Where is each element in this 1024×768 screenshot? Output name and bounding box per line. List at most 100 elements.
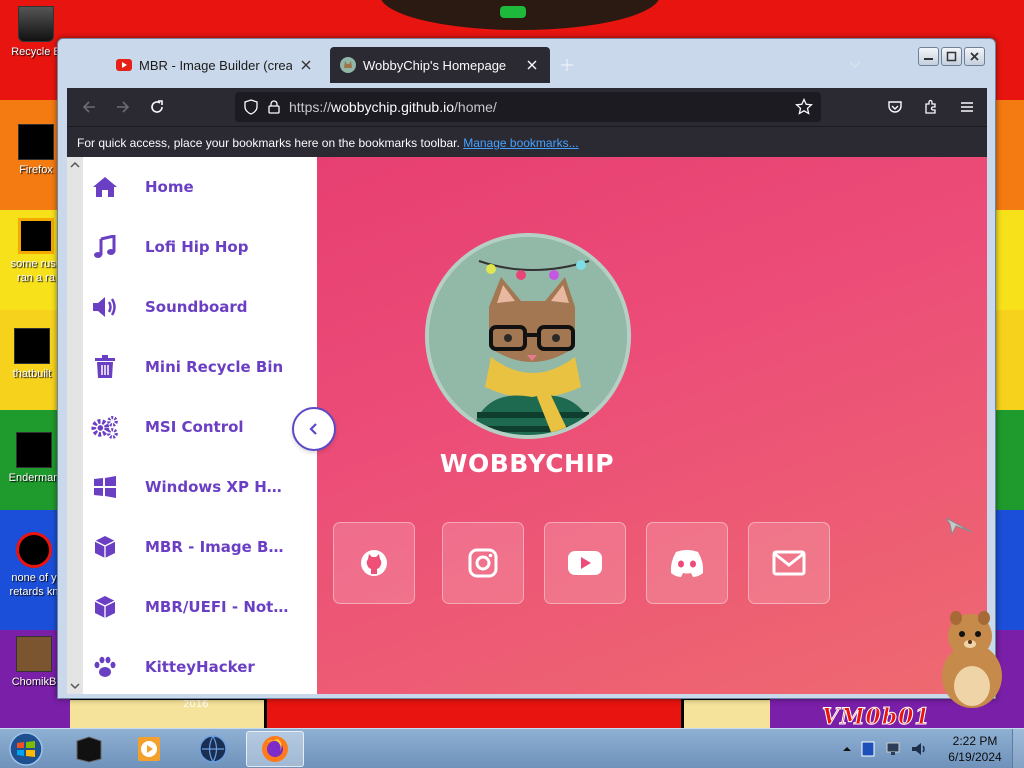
file-icon: [18, 218, 54, 254]
bookmark-star-icon[interactable]: [795, 98, 813, 116]
window-controls: [918, 47, 985, 66]
speaker-icon: [91, 293, 119, 321]
github-link[interactable]: [333, 522, 415, 604]
taskbar-app-firefox[interactable]: [246, 731, 304, 767]
sidebar-item-label: Mini Recycle Bin: [145, 358, 284, 376]
web-page: WOBBYCHIP Home Lofi Hip Hop Soundboard M…: [67, 157, 987, 694]
tab-wobbychip-homepage[interactable]: WobbyChip's Homepage: [330, 47, 550, 83]
windows-start-icon: [9, 732, 43, 766]
scroll-up-icon[interactable]: [69, 159, 81, 171]
youtube-icon: [568, 551, 602, 575]
app-icon: [16, 432, 52, 468]
plus-icon: [561, 59, 573, 71]
taskbar-app-media-player[interactable]: [120, 731, 178, 767]
reload-icon: [151, 100, 163, 113]
browser-window: MBR - Image Builder (create yo WobbyChip…: [57, 38, 996, 699]
windows-icon: [91, 473, 119, 501]
cat-favicon-icon: [340, 57, 356, 73]
list-all-tabs-icon[interactable]: [846, 55, 864, 73]
sidebar-item-label: MSI Control: [145, 418, 244, 436]
sidebar-item-label: MBR/UEFI - Not...: [145, 598, 290, 616]
navigation-toolbar: https://wobbychip.github.io/home/: [67, 88, 987, 126]
sidebar-item-label: Home: [145, 178, 194, 196]
pocket-button[interactable]: [881, 93, 909, 121]
tray-app-icon[interactable]: [860, 741, 876, 757]
taskbar-app-globe[interactable]: [184, 731, 242, 767]
sidebar-item-mini-recycle-bin[interactable]: Mini Recycle Bin: [91, 347, 317, 387]
hamster-image: [942, 611, 1002, 708]
sidebar-item-kitteyhacker[interactable]: KitteyHacker: [91, 647, 317, 687]
tab-strip: MBR - Image Builder (create yo WobbyChip…: [106, 47, 578, 83]
tracking-protection-icon[interactable]: [243, 99, 259, 115]
sidebar-item-mbr-uefi[interactable]: MBR/UEFI - Not...: [91, 587, 317, 627]
sidebar-nav: Home Lofi Hip Hop Soundboard Mini Recycl…: [67, 157, 317, 694]
firefox-icon: [262, 736, 288, 762]
sidebar-item-msi-control[interactable]: MSI Control: [91, 407, 317, 447]
folder-icon: [14, 328, 50, 364]
sidebar-item-label: Windows XP Hor...: [145, 478, 290, 496]
desktop-icon-thatbuilt[interactable]: thatbuilt: [0, 328, 64, 381]
cube-icon: [91, 533, 119, 561]
file-icon: [16, 532, 52, 568]
music-icon: [91, 233, 119, 261]
reload-button[interactable]: [143, 93, 171, 121]
clock-time: 2:22 PM: [952, 734, 998, 748]
clock-date: 6/19/2024: [948, 750, 1002, 764]
close-tab-icon[interactable]: [524, 57, 540, 73]
profile-avatar: [425, 233, 631, 439]
media-player-icon: [138, 737, 160, 761]
forward-button[interactable]: [109, 93, 137, 121]
taskbar-app-terminal[interactable]: [60, 731, 118, 767]
sidebar-scrollbar[interactable]: [67, 157, 83, 694]
sidebar-item-lofi-hip-hop[interactable]: Lofi Hip Hop: [91, 227, 317, 267]
gears-icon: [91, 413, 119, 441]
sidebar-item-home[interactable]: Home: [91, 167, 317, 207]
sidebar-item-soundboard[interactable]: Soundboard: [91, 287, 317, 327]
system-tray: [842, 729, 928, 768]
url-text[interactable]: https://wobbychip.github.io/home/: [289, 99, 795, 115]
email-link[interactable]: [748, 522, 830, 604]
sidebar-collapse-button[interactable]: [292, 407, 336, 451]
menu-button[interactable]: [953, 93, 981, 121]
address-bar[interactable]: https://wobbychip.github.io/home/: [235, 92, 821, 122]
tab-mbr-image-builder[interactable]: MBR - Image Builder (create yo: [106, 47, 324, 83]
sidebar-item-mbr-image-builder[interactable]: MBR - Image Bu...: [91, 527, 317, 567]
trash-icon: [91, 353, 119, 381]
lock-icon[interactable]: [267, 100, 281, 114]
volume-icon[interactable]: [910, 741, 928, 757]
recycle-bin-icon: [18, 6, 54, 42]
globe-icon: [199, 735, 227, 764]
forward-arrow-icon: [117, 101, 130, 113]
cube-icon: [91, 593, 119, 621]
network-icon[interactable]: [884, 741, 902, 757]
paper-plane-icon: [945, 517, 973, 536]
bookmarks-toolbar: For quick access, place your bookmarks h…: [67, 126, 987, 157]
puzzle-icon: [925, 99, 936, 114]
manage-bookmarks-link[interactable]: Manage bookmarks...: [463, 136, 578, 150]
sidebar-item-windows-xp[interactable]: Windows XP Hor...: [91, 467, 317, 507]
show-desktop-button[interactable]: [1012, 729, 1024, 768]
mail-icon: [772, 550, 806, 576]
cat-illustration-icon: [429, 237, 627, 435]
discord-link[interactable]: [646, 522, 728, 604]
youtube-link[interactable]: [544, 522, 626, 604]
new-tab-button[interactable]: [556, 47, 578, 83]
tray-expand-icon[interactable]: [842, 744, 852, 754]
sidebar-item-label: Lofi Hip Hop: [145, 238, 249, 256]
start-button[interactable]: [4, 730, 48, 768]
close-tab-icon[interactable]: [298, 57, 314, 73]
instagram-link[interactable]: [442, 522, 524, 604]
sidebar-item-label: Soundboard: [145, 298, 248, 316]
back-button[interactable]: [75, 93, 103, 121]
taskbar: 2:22 PM 6/19/2024: [0, 728, 1024, 768]
github-icon: [361, 550, 387, 576]
close-window-button[interactable]: [964, 47, 985, 66]
back-arrow-icon: [82, 101, 95, 113]
wallpaper-text: VM0b01: [822, 704, 931, 729]
scroll-down-icon[interactable]: [69, 680, 81, 692]
maximize-button[interactable]: [941, 47, 962, 66]
minimize-button[interactable]: [918, 47, 939, 66]
system-clock[interactable]: 2:22 PM 6/19/2024: [940, 733, 1010, 765]
extensions-button[interactable]: [917, 93, 945, 121]
firefox-icon: [18, 124, 54, 160]
